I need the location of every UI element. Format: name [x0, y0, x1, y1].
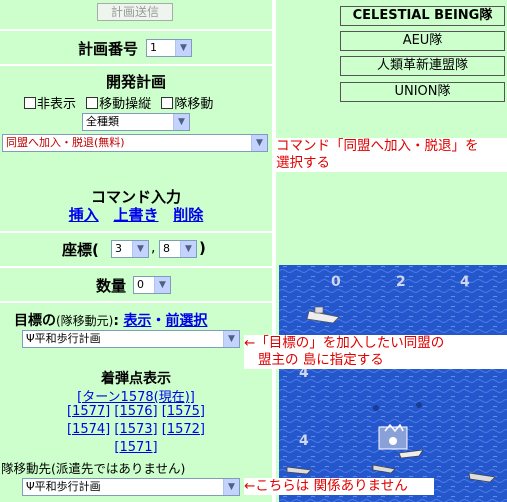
- reef-icon: [416, 402, 422, 408]
- chevron-down-icon: ▼: [173, 114, 189, 130]
- show-link[interactable]: 表示: [123, 313, 151, 329]
- team-human-reform-league[interactable]: 人類革新連盟隊: [340, 56, 505, 76]
- command-panel: 計画送信 計画番号 1 ▼ 開発計画 非表示 移動操縦 隊移動 全種類 ▼ 同盟…: [0, 0, 272, 502]
- overwrite-link[interactable]: 上書き: [113, 206, 158, 224]
- target-label: 目標の: [14, 313, 56, 329]
- impact-turn-current[interactable]: [ターン1578(現在)]: [77, 390, 195, 405]
- team-union[interactable]: UNION隊: [340, 82, 505, 102]
- impact-turn-link[interactable]: [1574]: [67, 422, 110, 437]
- reef-icon: [373, 405, 379, 411]
- destination-select[interactable]: Ψ平和歩行計画 ▼: [22, 478, 240, 496]
- annotation-target: ←「目標の」を加入したい同盟の 盟主の 島に指定する: [244, 335, 507, 369]
- impact-turn-link[interactable]: [1573]: [114, 422, 157, 437]
- delete-link[interactable]: 削除: [173, 206, 203, 224]
- checkbox-team-move[interactable]: 隊移動: [161, 97, 213, 112]
- annotation-destination: ←こちらは 関係ありません: [244, 478, 434, 495]
- plan-number-select[interactable]: 1 ▼: [146, 39, 192, 57]
- plan-submit-button[interactable]: 計画送信: [97, 3, 173, 21]
- chevron-down-icon: ▼: [154, 277, 170, 293]
- target-value: Ψ平和歩行計画: [26, 332, 101, 345]
- impact-current-row: [ターン1578(現在)]: [0, 386, 272, 405]
- chevron-down-icon: ▼: [223, 331, 239, 347]
- island-map[interactable]: 0 2 4 4 4: [279, 265, 507, 502]
- divider: [0, 301, 272, 303]
- checkbox-hide[interactable]: 非表示: [24, 97, 76, 112]
- team-celestial-being[interactable]: CELESTIAL BEING隊: [340, 6, 505, 26]
- monster-icon: [378, 423, 408, 450]
- impact-row-2: [1574] [1573] [1572]: [0, 422, 272, 437]
- checkbox-icon: [86, 97, 99, 109]
- checkbox-icon: [24, 97, 36, 109]
- target-select[interactable]: Ψ平和歩行計画 ▼: [22, 330, 240, 348]
- checkbox-move-control[interactable]: 移動操縦: [86, 97, 151, 112]
- chevron-down-icon: ▼: [180, 241, 196, 257]
- coords-comma: ,: [151, 240, 156, 256]
- divider: [0, 266, 272, 268]
- impact-title: 着弾点表示: [101, 371, 171, 387]
- target-row: 目標の(隊移動元): 表示・前選択: [14, 310, 207, 330]
- impact-turn-link[interactable]: [1576]: [114, 404, 157, 419]
- destination-value: Ψ平和歩行計画: [26, 480, 101, 493]
- map-label: 0: [331, 274, 341, 290]
- category-select[interactable]: 全種類 ▼: [82, 113, 190, 131]
- impact-turn-link[interactable]: [1571]: [114, 440, 157, 455]
- command-input-actions: 挿入 上書き 削除: [0, 204, 272, 225]
- impact-row-1: [1577] [1576] [1575]: [0, 404, 272, 419]
- coords-close: ): [199, 239, 206, 257]
- plan-number-value: 1: [150, 41, 157, 54]
- impact-turn-link[interactable]: [1577]: [67, 404, 110, 419]
- annotation-target-line1: ←「目標の」を加入したい同盟の: [244, 335, 445, 351]
- impact-turn-link[interactable]: [1575]: [162, 404, 205, 419]
- sea-waves: [279, 265, 507, 502]
- divider: [0, 29, 272, 31]
- divider: [0, 64, 272, 66]
- map-label: 4: [460, 274, 470, 290]
- command-select[interactable]: 同盟へ加入・脱退(無料) ▼: [2, 134, 268, 152]
- checkbox-icon: [161, 97, 174, 109]
- impact-turn-link[interactable]: [1572]: [162, 422, 205, 437]
- impact-row-3: [1571]: [0, 440, 272, 455]
- team-aeu[interactable]: AEU隊: [340, 31, 505, 51]
- chevron-down-icon: ▼: [175, 40, 191, 56]
- annotation-command: コマンド「同盟へ加入・脱退」を 選択する: [276, 138, 507, 172]
- target-colon: :: [113, 313, 119, 329]
- chevron-down-icon: ▼: [251, 135, 267, 151]
- chevron-down-icon: ▼: [132, 241, 148, 257]
- target-dot: ・: [151, 313, 166, 329]
- coord-y-value: 8: [163, 242, 170, 255]
- annotation-target-line2: 盟主の 島に指定する: [258, 352, 384, 368]
- quantity-label: 数量: [96, 277, 127, 295]
- annotation-command-line1: コマンド「同盟へ加入・脱退」を: [276, 138, 479, 154]
- category-value: 全種類: [86, 115, 119, 128]
- destination-label: 隊移動先(派遣先ではありません): [1, 461, 186, 476]
- plan-options: 非表示 移動操縦 隊移動: [24, 93, 213, 112]
- quantity-select[interactable]: 0 ▼: [133, 276, 171, 294]
- coord-y-select[interactable]: 8 ▼: [159, 240, 197, 258]
- target-sub: (隊移動元): [56, 314, 114, 328]
- plan-number-label: 計画番号: [78, 40, 139, 58]
- coord-x-select[interactable]: 3 ▼: [111, 240, 149, 258]
- checkbox-move-control-label: 移動操縦: [99, 97, 152, 112]
- checkbox-hide-label: 非表示: [37, 97, 77, 112]
- checkbox-team-move-label: 隊移動: [174, 97, 214, 112]
- coord-x-value: 3: [115, 242, 122, 255]
- chevron-down-icon: ▼: [223, 479, 239, 495]
- map-label: 4: [299, 433, 309, 449]
- annotation-command-line2: 選択する: [276, 155, 330, 171]
- development-plan-title: 開発計画: [105, 73, 166, 91]
- plan-number-row: 計画番号: [78, 38, 138, 59]
- coords-label: 座標(: [62, 241, 99, 259]
- prev-select-link[interactable]: 前選択: [165, 313, 207, 329]
- command-value: 同盟へ加入・脱退(無料): [6, 136, 125, 149]
- quantity-value: 0: [137, 278, 144, 291]
- map-label: 2: [396, 274, 406, 290]
- sea-map: 0 2 4 4 4: [279, 265, 507, 502]
- insert-link[interactable]: 挿入: [69, 206, 99, 224]
- divider: [0, 231, 272, 233]
